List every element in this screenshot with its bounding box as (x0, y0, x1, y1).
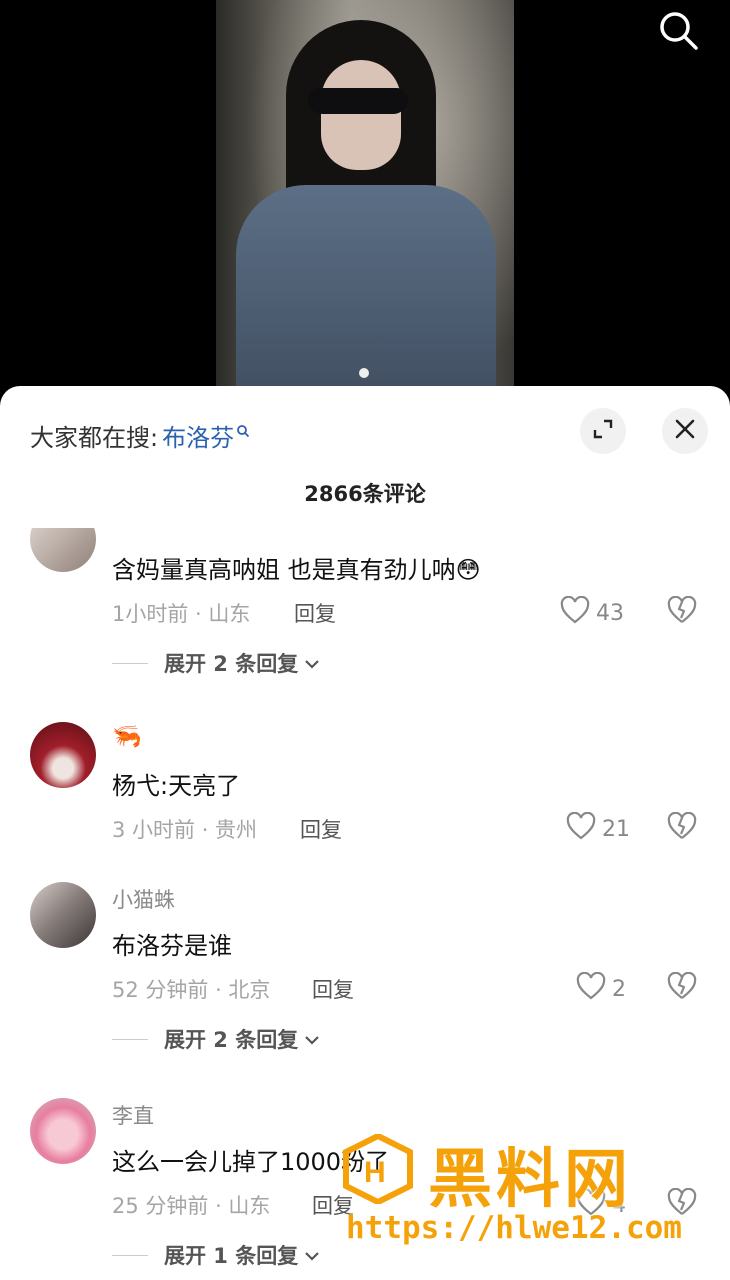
emoji: 😳 (455, 556, 481, 584)
video-player[interactable] (0, 0, 730, 420)
watermark-url: https://hlwe12.com (346, 1210, 682, 1246)
svg-text:H: H (364, 1156, 386, 1189)
comment-meta: 52 分钟前 · 北京 (112, 978, 271, 1002)
avatar[interactable] (30, 1098, 96, 1164)
comment-text: 布洛芬是谁 (112, 932, 232, 960)
search-icon[interactable] (656, 8, 700, 52)
comment-text: 杨弋:天亮了 (112, 772, 241, 800)
comment-meta: 3 小时前 · 贵州 (112, 818, 258, 842)
username[interactable]: 🦐 (112, 722, 142, 750)
like-count: 43 (596, 600, 624, 626)
close-button[interactable] (662, 408, 708, 454)
reply-button[interactable]: 回复 (300, 814, 342, 844)
suggestion-label: 大家都在搜: (30, 424, 159, 452)
like-button[interactable]: 2 (576, 971, 626, 1006)
reply-button[interactable]: 回复 (312, 974, 354, 1004)
username[interactable]: 李直 (112, 1100, 154, 1130)
chevron-down-icon (304, 1243, 320, 1267)
watermark: H 黑料网 https://hlwe12.com (340, 1128, 720, 1278)
like-count: 21 (602, 816, 630, 842)
chevron-down-icon (304, 1027, 320, 1051)
search-suggestion[interactable]: 大家都在搜: 布洛芬 (30, 418, 250, 453)
comment-meta: 25 分钟前 · 山东 (112, 1194, 271, 1218)
broken-heart-icon (666, 811, 698, 844)
dislike-button[interactable] (666, 595, 698, 628)
comment-text: 含妈量真高呐姐 也是真有劲儿呐😳 (112, 556, 481, 584)
username[interactable]: 小猫蛛 (112, 884, 175, 914)
dislike-button[interactable] (666, 971, 698, 1004)
dislike-button[interactable] (666, 811, 698, 844)
expand-replies[interactable]: 展开 2 条回复 (112, 1024, 320, 1054)
like-button[interactable]: 21 (566, 811, 630, 846)
avatar[interactable] (30, 722, 96, 788)
broken-heart-icon (666, 595, 698, 628)
comment-count: 2866条评论 (304, 482, 426, 506)
chevron-down-icon (304, 651, 320, 675)
like-count: 2 (612, 976, 626, 1002)
like-button[interactable]: 43 (560, 595, 624, 630)
heart-icon (576, 971, 606, 1006)
heart-icon (566, 811, 596, 846)
close-icon (675, 419, 695, 443)
expand-button[interactable] (580, 408, 626, 454)
expand-replies[interactable]: 展开 1 条回复 (112, 1240, 320, 1270)
reply-button[interactable]: 回复 (294, 598, 336, 628)
heart-icon (560, 595, 590, 630)
avatar[interactable] (30, 528, 96, 572)
search-icon (236, 416, 250, 444)
watermark-logo: H (343, 1134, 413, 1204)
expand-icon (592, 418, 614, 444)
broken-heart-icon (666, 971, 698, 1004)
avatar[interactable] (30, 882, 96, 948)
expand-replies[interactable]: 展开 2 条回复 (112, 648, 320, 678)
video-frame (216, 0, 514, 420)
suggestion-keyword[interactable]: 布洛芬 (162, 418, 234, 453)
watermark-title: 黑料网 (428, 1143, 632, 1217)
comment-meta: 1小时前 · 山东 (112, 602, 251, 626)
